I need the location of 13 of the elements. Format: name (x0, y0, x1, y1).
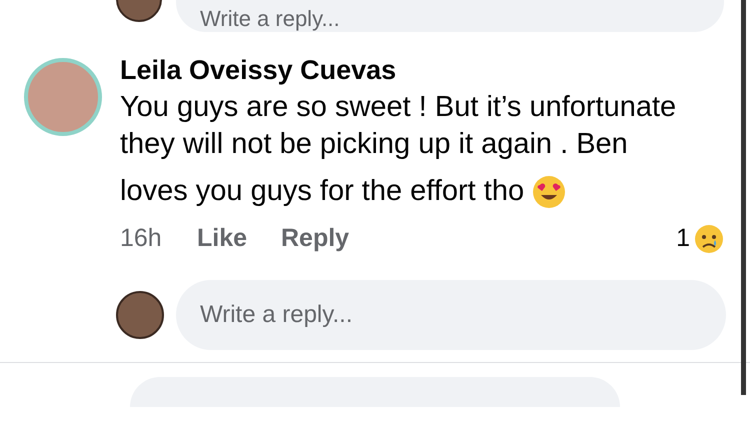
reply-field[interactable]: Write a reply... (176, 0, 724, 32)
sad-face-icon[interactable] (694, 224, 724, 254)
reply-field[interactable]: Write a reply... (176, 280, 726, 350)
comment-text: loves you guys for the effort tho (120, 174, 524, 209)
author-name[interactable]: Leila Oveissy Cuevas (120, 55, 724, 85)
reaction-count: 1 (676, 223, 690, 254)
action-link[interactable]: Reply (281, 220, 365, 258)
avatar (116, 290, 164, 338)
comment-text: You guys are so sweet ! But it’s unfortunate (120, 90, 676, 125)
comment-text: they will not be picking up it again . Ben (120, 127, 628, 162)
comment-time: 16h (120, 223, 163, 254)
heart-eyes-emoji-icon (532, 174, 566, 208)
action-link[interactable]: Like (197, 220, 281, 258)
